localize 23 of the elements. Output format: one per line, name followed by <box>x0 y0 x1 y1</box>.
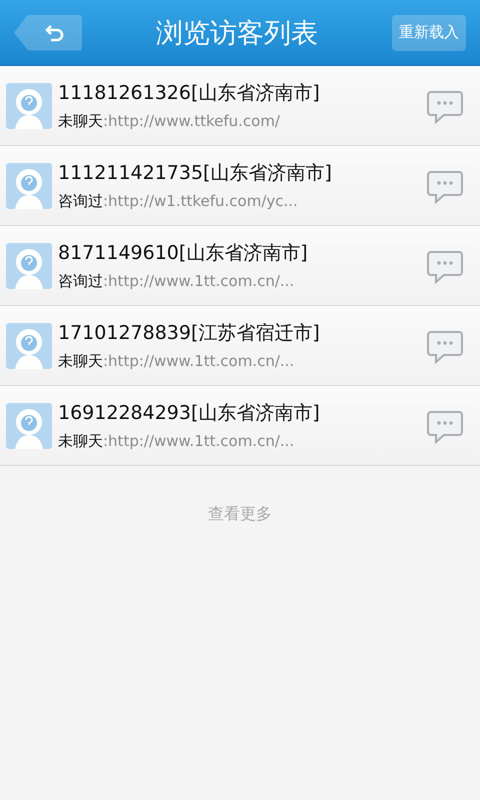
undo-icon <box>44 22 66 42</box>
visitor-name: 111211421735[山东省济南市] <box>58 161 333 186</box>
avatar-icon <box>6 322 52 368</box>
visitor-row[interactable]: 11181261326[山东省济南市] 未聊天:http://www.ttkefu.com/ <box>0 66 480 146</box>
visitor-source: 未聊天:http://www.ttkefu.com/ <box>58 112 281 131</box>
visitor-row[interactable]: 16912284293[山东省济南市] 未聊天:http://www.1tt.com.cn/... <box>0 386 480 466</box>
visitor-source: 未聊天:http://www.1tt.com.cn/... <box>58 432 296 451</box>
visitor-row[interactable]: 17101278839[江苏省宿迁市] 未聊天:http://www.1tt.com.cn/... <box>0 306 480 386</box>
visitor-source: 未聊天:http://www.1tt.com.cn/... <box>58 352 296 371</box>
visitor-row[interactable]: 8171149610[山东省济南市] 咨询过:http://www.1tt.com.cn/... <box>0 226 480 306</box>
avatar-icon <box>6 402 52 448</box>
visitor-name: 8171149610[山东省济南市] <box>58 241 309 266</box>
back-button[interactable] <box>14 14 82 50</box>
visitor-source: 咨询过:http://w1.ttkefu.com/yc... <box>58 192 299 211</box>
visitor-row[interactable]: 111211421735[山东省济南市] 咨询过:http://w1.ttkefu.com/yc... <box>0 146 480 226</box>
page-title: 浏览访客列表 <box>156 16 318 50</box>
visitor-name: 16912284293[山东省济南市] <box>58 401 321 426</box>
avatar-icon <box>6 162 52 208</box>
visitor-name: 17101278839[江苏省宿迁市] <box>58 321 321 346</box>
visitor-name: 11181261326[山东省济南市] <box>58 81 321 106</box>
visitor-source: 咨询过:http://www.1tt.com.cn/... <box>58 272 296 291</box>
avatar-icon <box>6 82 52 128</box>
avatar-icon <box>6 242 52 288</box>
